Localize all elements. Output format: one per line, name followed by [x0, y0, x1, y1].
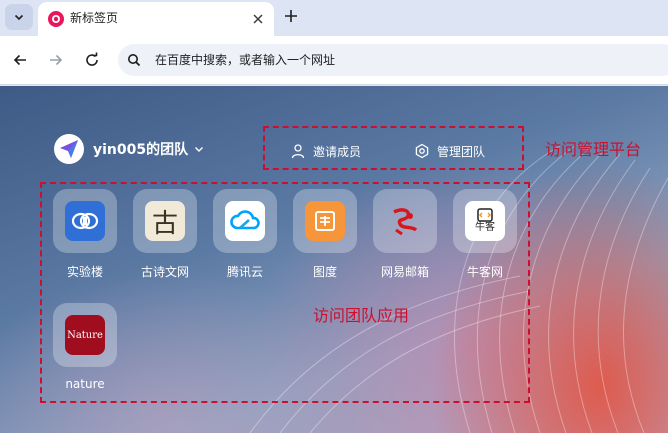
nowcoder-icon-text: 牛客	[475, 222, 495, 233]
shiyanlou-icon	[65, 201, 105, 241]
new-tab-button[interactable]	[281, 6, 301, 26]
app-label: 腾讯云	[226, 265, 263, 279]
back-button[interactable]	[10, 50, 30, 70]
app-tile: 牛客	[453, 189, 517, 253]
tab-title: 新标签页	[70, 11, 119, 25]
reload-button[interactable]	[82, 50, 102, 70]
app-tile	[53, 189, 117, 253]
address-bar[interactable]: 在百度中搜索，或者输入一个网址	[118, 44, 668, 76]
paper-plane-logo-icon	[60, 140, 78, 158]
app-label: 网易邮箱	[380, 265, 429, 279]
chevron-down-icon	[14, 14, 24, 21]
active-tab[interactable]: 新标签页	[38, 2, 274, 36]
manage-annotation-label: 访问管理平台	[545, 140, 642, 159]
app-gushiwen[interactable]: 古 古诗文网	[133, 189, 197, 280]
app-netease-mail[interactable]: 网易邮箱	[373, 189, 437, 280]
reload-icon	[86, 52, 98, 66]
app-tile	[293, 189, 357, 253]
arrow-right-icon	[50, 54, 63, 66]
app-tile	[373, 189, 437, 253]
app-label: 图度	[312, 265, 337, 279]
app-tile	[213, 189, 277, 253]
nature-icon: Nature	[65, 315, 105, 355]
plus-icon	[285, 10, 297, 22]
search-icon	[128, 54, 141, 67]
app-label: 牛客网	[466, 265, 503, 279]
team-switcher[interactable]: yin005的团队	[54, 134, 205, 164]
browser-logo-icon	[48, 11, 64, 27]
apps-annotation-label: 访问团队应用	[313, 306, 410, 325]
close-icon[interactable]	[250, 11, 266, 27]
tencent-cloud-icon	[225, 201, 265, 241]
nowcoder-icon: 牛客	[465, 201, 505, 241]
browser-toolbar: 在百度中搜索，或者输入一个网址	[0, 36, 668, 85]
app-tile: Nature	[53, 303, 117, 367]
arrow-left-icon	[13, 54, 26, 66]
tab-strip: 新标签页	[0, 0, 668, 36]
gushiwen-icon: 古	[145, 201, 185, 241]
app-tile: 古	[133, 189, 197, 253]
team-name: yin005的团队	[93, 142, 189, 158]
app-nature[interactable]: Nature nature	[53, 303, 117, 391]
address-placeholder: 在百度中搜索，或者输入一个网址	[155, 53, 336, 67]
app-label: 古诗文网	[140, 265, 189, 279]
tudu-icon	[305, 201, 345, 241]
chevron-down-icon	[195, 147, 204, 152]
app-label: 实验楼	[66, 265, 103, 279]
app-shiyanlou[interactable]: 实验楼	[53, 189, 117, 280]
app-nowcoder[interactable]: 牛客 牛客网	[453, 189, 517, 280]
tab-search-button[interactable]	[5, 4, 33, 30]
app-tencent-cloud[interactable]: 腾讯云	[213, 189, 277, 280]
netease-mail-icon	[385, 201, 425, 241]
new-tab-page: yin005的团队 邀请成员 管理团队 访问管理平台 访问团队应用 实验楼 古 …	[0, 86, 668, 433]
app-label: nature	[65, 377, 105, 391]
manage-annotation-box	[263, 126, 524, 170]
team-avatar	[54, 134, 84, 164]
forward-button[interactable]	[46, 50, 66, 70]
app-tudu[interactable]: 图度	[293, 189, 357, 280]
